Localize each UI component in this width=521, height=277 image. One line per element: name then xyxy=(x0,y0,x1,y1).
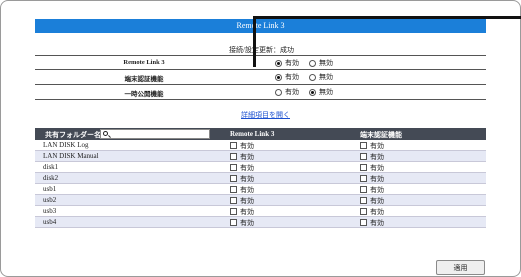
device-auth-checkbox[interactable] xyxy=(360,153,367,160)
radio-disable[interactable] xyxy=(309,88,316,96)
radio-enable-label: 有効 xyxy=(285,73,299,81)
setting-row-device-auth: 端末認証機能 有効 無効 xyxy=(35,70,486,85)
checkbox-label: 有効 xyxy=(370,219,384,227)
remote-link-checkbox[interactable] xyxy=(230,197,237,204)
table-row: usb1 有効 有効 xyxy=(35,184,486,195)
callout-highlight xyxy=(253,16,521,67)
column-header-device-auth: 端末認証機能 xyxy=(360,131,402,139)
device-auth-checkbox[interactable] xyxy=(360,175,367,182)
radio-enable-label: 有効 xyxy=(285,88,299,96)
device-auth-checkbox[interactable] xyxy=(360,186,367,193)
table-header: 共有フォルダー名 Remote Link 3 端末認証機能 xyxy=(35,128,486,140)
device-auth-checkbox[interactable] xyxy=(360,208,367,215)
setting-label: Remote Link 3 xyxy=(123,59,165,66)
table-row: usb4 有効 有効 xyxy=(35,217,486,228)
checkbox-label: 有効 xyxy=(370,142,384,150)
remote-link-checkbox[interactable] xyxy=(230,175,237,182)
folder-name: usb4 xyxy=(43,218,57,226)
apply-button[interactable]: 適用 xyxy=(436,260,485,275)
setting-options: 有効 無効 xyxy=(275,87,333,97)
device-auth-checkbox[interactable] xyxy=(360,142,367,149)
setting-row-temp-public: 一時公開機能 有効 無効 xyxy=(35,85,486,100)
radio-disable-label: 無効 xyxy=(319,88,333,96)
radio-disable[interactable] xyxy=(309,73,316,81)
checkbox-label: 有効 xyxy=(370,186,384,194)
setting-label: 一時公開機能 xyxy=(124,91,164,98)
table-row: disk2 有効 有効 xyxy=(35,173,486,184)
search-icon xyxy=(103,131,108,136)
folder-name: usb2 xyxy=(43,196,57,204)
table-row: usb2 有効 有効 xyxy=(35,195,486,206)
checkbox-label: 有効 xyxy=(370,153,384,161)
folder-name: disk1 xyxy=(43,163,59,171)
radio-enable[interactable] xyxy=(275,88,282,96)
table-row: usb3 有効 有効 xyxy=(35,206,486,217)
checkbox-label: 有効 xyxy=(240,175,254,183)
setting-label: 端末認証機能 xyxy=(124,76,164,83)
checkbox-label: 有効 xyxy=(240,219,254,227)
column-header-folder: 共有フォルダー名 xyxy=(45,131,101,139)
folder-name: disk2 xyxy=(43,174,59,182)
setting-options: 有効 無効 xyxy=(275,72,333,82)
detail-link[interactable]: 詳細項目を開く xyxy=(241,110,290,120)
remote-link-checkbox[interactable] xyxy=(230,153,237,160)
table-row: LAN DISK Log 有効 有効 xyxy=(35,140,486,151)
search-input[interactable] xyxy=(100,129,210,139)
checkbox-label: 有効 xyxy=(370,208,384,216)
device-auth-checkbox[interactable] xyxy=(360,164,367,171)
remote-link-checkbox[interactable] xyxy=(230,208,237,215)
remote-link-checkbox[interactable] xyxy=(230,142,237,149)
share-folder-table: 共有フォルダー名 Remote Link 3 端末認証機能 LAN DISK L… xyxy=(35,128,486,228)
checkbox-label: 有効 xyxy=(240,142,254,150)
checkbox-label: 有効 xyxy=(240,153,254,161)
radio-enable[interactable] xyxy=(275,73,282,81)
device-auth-checkbox[interactable] xyxy=(360,197,367,204)
checkbox-label: 有効 xyxy=(240,164,254,172)
checkbox-label: 有効 xyxy=(240,197,254,205)
table-row: disk1 有効 有効 xyxy=(35,162,486,173)
table-row: LAN DISK Manual 有効 有効 xyxy=(35,151,486,162)
column-header-remote-link: Remote Link 3 xyxy=(230,130,275,138)
remote-link-checkbox[interactable] xyxy=(230,186,237,193)
folder-name: LAN DISK Manual xyxy=(43,152,99,160)
folder-name: usb1 xyxy=(43,185,57,193)
folder-name: LAN DISK Log xyxy=(43,141,89,149)
remote-link-checkbox[interactable] xyxy=(230,164,237,171)
checkbox-label: 有効 xyxy=(370,175,384,183)
remote-link-checkbox[interactable] xyxy=(230,219,237,226)
folder-name: usb3 xyxy=(43,207,57,215)
checkbox-label: 有効 xyxy=(240,186,254,194)
device-auth-checkbox[interactable] xyxy=(360,219,367,226)
radio-disable-label: 無効 xyxy=(319,73,333,81)
checkbox-label: 有効 xyxy=(240,208,254,216)
checkbox-label: 有効 xyxy=(370,164,384,172)
checkbox-label: 有効 xyxy=(370,197,384,205)
